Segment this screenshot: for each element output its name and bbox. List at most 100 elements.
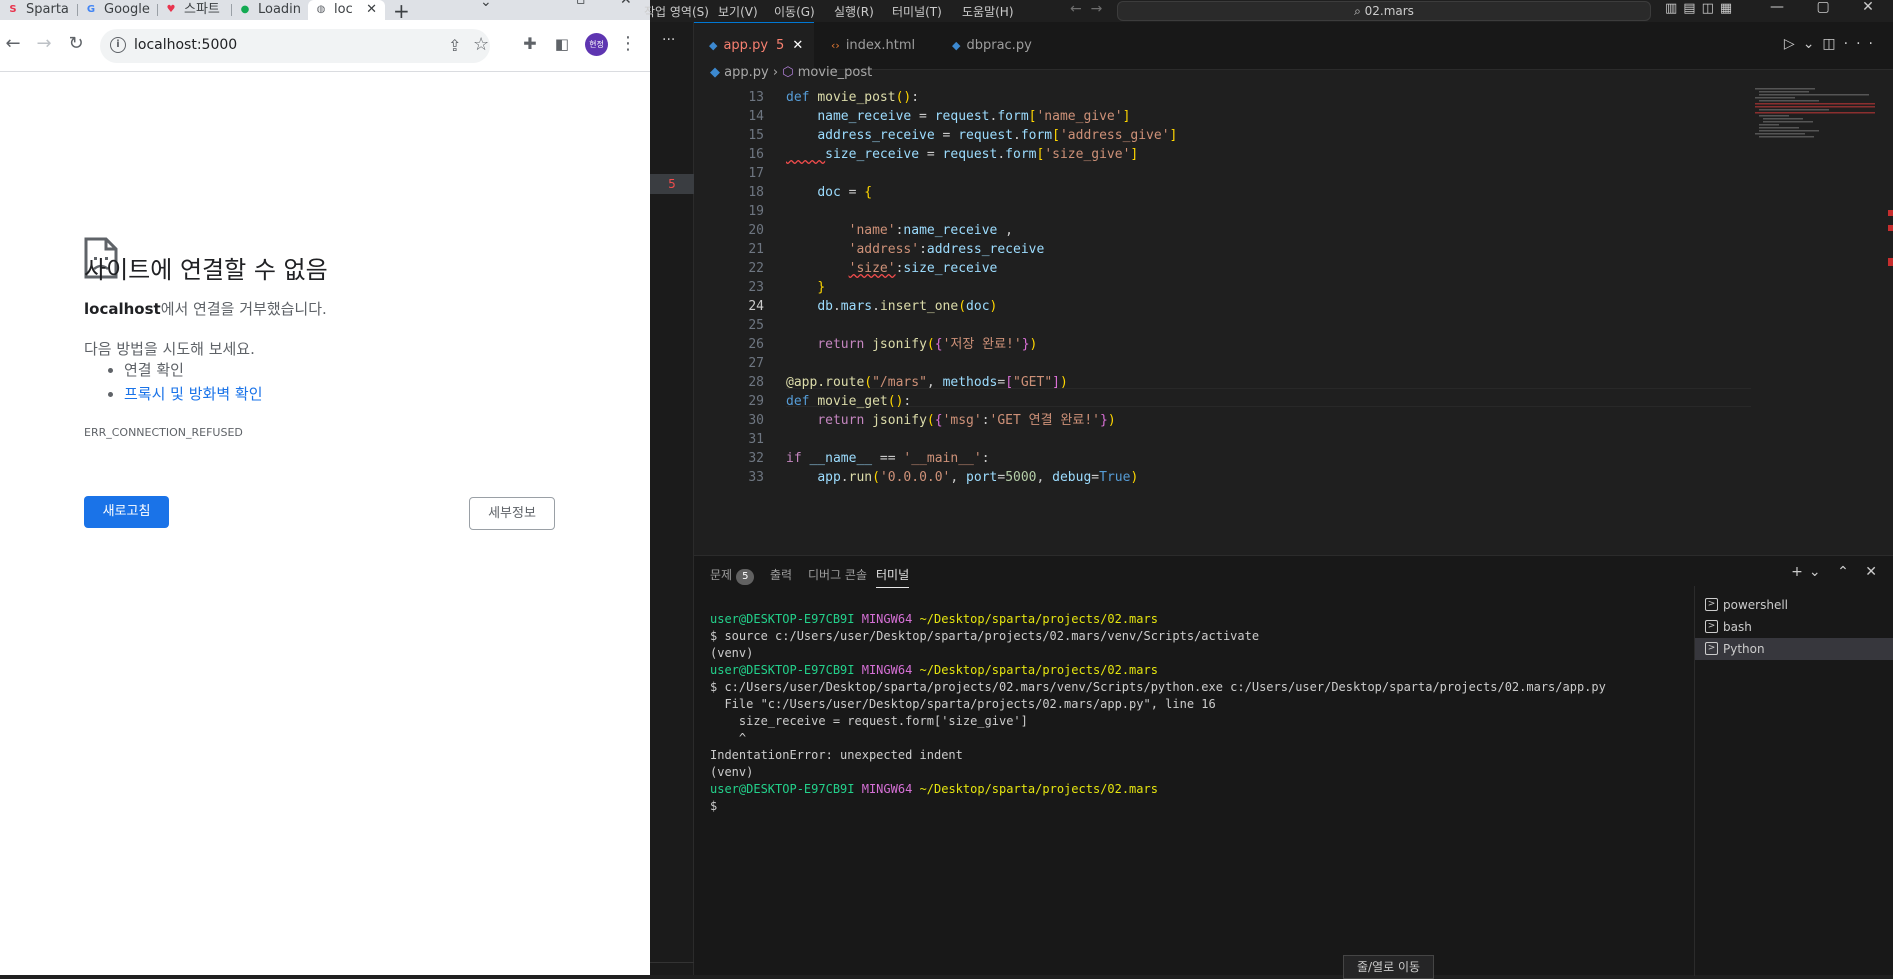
tab-dbprac-py[interactable]: ◆ dbprac.py [952,34,1032,58]
terminal-line: user@DESKTOP-E97CB9I MINGW64 ~/Desktop/s… [710,781,1606,798]
suggestion-check-connection: 연결 확인 [124,358,263,382]
code-line: db.mars.insert_one(doc) [817,299,998,314]
line-number: 28 [748,375,764,390]
nav-back-forward-icon[interactable]: ← → [1070,1,1102,17]
profile-avatar[interactable]: 현정 [585,33,608,56]
close-tab-icon[interactable]: ✕ [792,38,803,53]
suggestion-text: 연결 확인 [124,361,184,379]
suggestion-list: 연결 확인 프록시 및 방화벽 확인 [124,358,263,406]
terminal-path: ~/Desktop/sparta/projects/02.mars [919,663,1158,677]
suggestion-link[interactable]: 프록시 및 방화벽 확인 [124,385,263,403]
terminal-line: IndentationError: unexpected indent [710,748,963,762]
url-text[interactable]: localhost:5000 [134,37,237,53]
terminal-list: > powershell > bash > Python [1694,586,1893,976]
menu-workspace[interactable]: 작업 영역(S) [644,3,709,20]
browser-tab-3[interactable]: ♥ 스파트 [158,0,230,20]
line-number: 32 [748,451,764,466]
terminal-user: user@DESKTOP-E97CB9I [710,663,855,677]
terminal-host: MINGW64 [861,663,913,677]
terminal-user: user@DESKTOP-E97CB9I [710,782,855,796]
panel-action-icons[interactable]: +⌄ ⌃ ✕ [1791,564,1883,580]
tab-index-html[interactable]: ‹› index.html [831,34,915,58]
side-panel-icon[interactable]: ◧ [552,34,572,54]
google-favicon-icon: G [86,4,96,15]
search-icon: ⌕ [1354,4,1365,18]
code-line-error: size_receive = request.form['size_give'] [825,147,1139,162]
minimize-icon[interactable]: ⌄ [480,0,492,10]
menu-run[interactable]: 실행(R) [834,3,874,20]
code-line: @app.route("/mars", methods=["GET"]) [786,375,1068,390]
panel-tab-output[interactable]: 출력 [770,566,792,583]
extensions-icon[interactable]: ✚ [520,34,540,54]
python-file-icon: ◆ [709,39,718,52]
browser-tabstrip: S Sparta G Google ♥ 스파트 ● Loadin ◍ loc ✕… [0,0,650,23]
code-line: if __name__ == '__main__': [786,451,990,466]
bookmark-star-icon[interactable]: ☆ [473,34,489,55]
panel-tab-debug-console[interactable]: 디버그 콘솔 [808,566,867,583]
code-line: 'name':name_receive , [848,223,1013,238]
more-menu-icon[interactable]: ⋮ [618,34,638,54]
scrollbar-error-markers[interactable] [1888,210,1893,270]
line-number: 33 [748,470,764,485]
terminal-item-label: bash [1723,620,1752,634]
terminal-item-label: powershell [1723,598,1788,612]
more-dots-icon[interactable]: ··· [662,32,675,48]
share-icon[interactable]: ⇪ [448,36,461,55]
back-icon[interactable]: ← [3,34,23,54]
error-title: 사이트에 연결할 수 없음 [84,256,328,284]
line-number: 24 [748,299,764,314]
terminal-item-python[interactable]: > Python [1695,638,1893,660]
minimap[interactable] [1755,88,1875,148]
restore-icon[interactable]: ▫ [576,0,586,8]
panel-tab-label: 문제 [710,568,733,582]
close-window-icon[interactable]: ✕ [620,0,632,8]
panel-tab-problems[interactable]: 문제 5 [710,566,755,585]
problem-count-badge: 5 [650,174,694,194]
goto-line-tooltip: 줄/열로 이동 [1343,955,1434,979]
suggestion-proxy-firewall[interactable]: 프록시 및 방화벽 확인 [124,382,263,406]
tab-title: Loadin [258,2,302,17]
reload-button[interactable]: 새로고침 [84,496,169,528]
panel-tab-terminal[interactable]: 터미널 [876,566,910,588]
forward-icon[interactable]: → [34,34,54,54]
browser-tab-4[interactable]: ● Loadin [232,0,307,20]
line-number: 13 [748,90,764,105]
terminal-host: MINGW64 [861,782,913,796]
python-file-icon: ◆ [952,39,961,52]
browser-tab-2[interactable]: G Google [78,0,156,20]
vscode-window-controls[interactable]: — ▢ ✕ [1770,0,1874,15]
editor-action-icons[interactable]: ▷⌄◫··· [1784,36,1881,52]
menu-terminal[interactable]: 터미널(T) [892,3,942,20]
line-number: 27 [748,356,764,371]
terminal-line: (venv) [710,765,754,779]
command-center-search[interactable]: ⌕ 02.mars [1117,1,1651,21]
activity-divider [650,962,694,963]
address-bar[interactable]: i localhost:5000 ⇪ ☆ [100,29,490,63]
terminal-item-bash[interactable]: > bash [1695,616,1893,638]
details-button[interactable]: 세부정보 [469,497,555,530]
layout-toggle-icons[interactable]: ▥▤◫▦ [1665,1,1738,16]
breadcrumb: ◆ app.py › ⬡ movie_post [710,65,872,80]
browser-tab-1[interactable]: S Sparta [0,0,76,20]
info-icon[interactable]: i [110,37,126,53]
code-editor[interactable]: 13 14 15 16 17 18 19 20 21 22 23 24 25 26 27 28 29 30 31 32… [694,88,1751,488]
browser-tab-active[interactable]: ◍ loc ✕ [308,0,385,20]
line-number: 19 [748,204,764,219]
terminal-item-label: Python [1723,642,1765,656]
terminal-output[interactable]: user@DESKTOP-E97CB9I MINGW64 ~/Desktop/s… [710,611,1606,815]
breadcrumb-symbol[interactable]: movie_post [798,65,873,80]
terminal-item-powershell[interactable]: > powershell [1695,594,1893,616]
breadcrumb-file[interactable]: app.py [724,65,769,80]
menu-help[interactable]: 도움말(H) [962,3,1014,20]
reload-icon[interactable]: ↻ [66,34,86,54]
terminal-line: $ c:/Users/user/Desktop/sparta/projects/… [710,680,1606,694]
close-tab-icon[interactable]: ✕ [366,0,377,20]
code-line: 'address':address_receive [848,242,1045,257]
tab-app-py[interactable]: ◆ app.py 5 ✕ [709,34,803,58]
tab-title: 스파트 [184,2,220,17]
python-file-icon: ◆ [710,65,720,80]
menu-go[interactable]: 이동(G) [774,3,815,20]
menu-view[interactable]: 보기(V) [718,3,758,20]
terminal-icon: > [1705,642,1718,655]
vscode-window: 작업 영역(S) 보기(V) 이동(G) 실행(R) 터미널(T) 도움말(H)… [644,0,1893,976]
